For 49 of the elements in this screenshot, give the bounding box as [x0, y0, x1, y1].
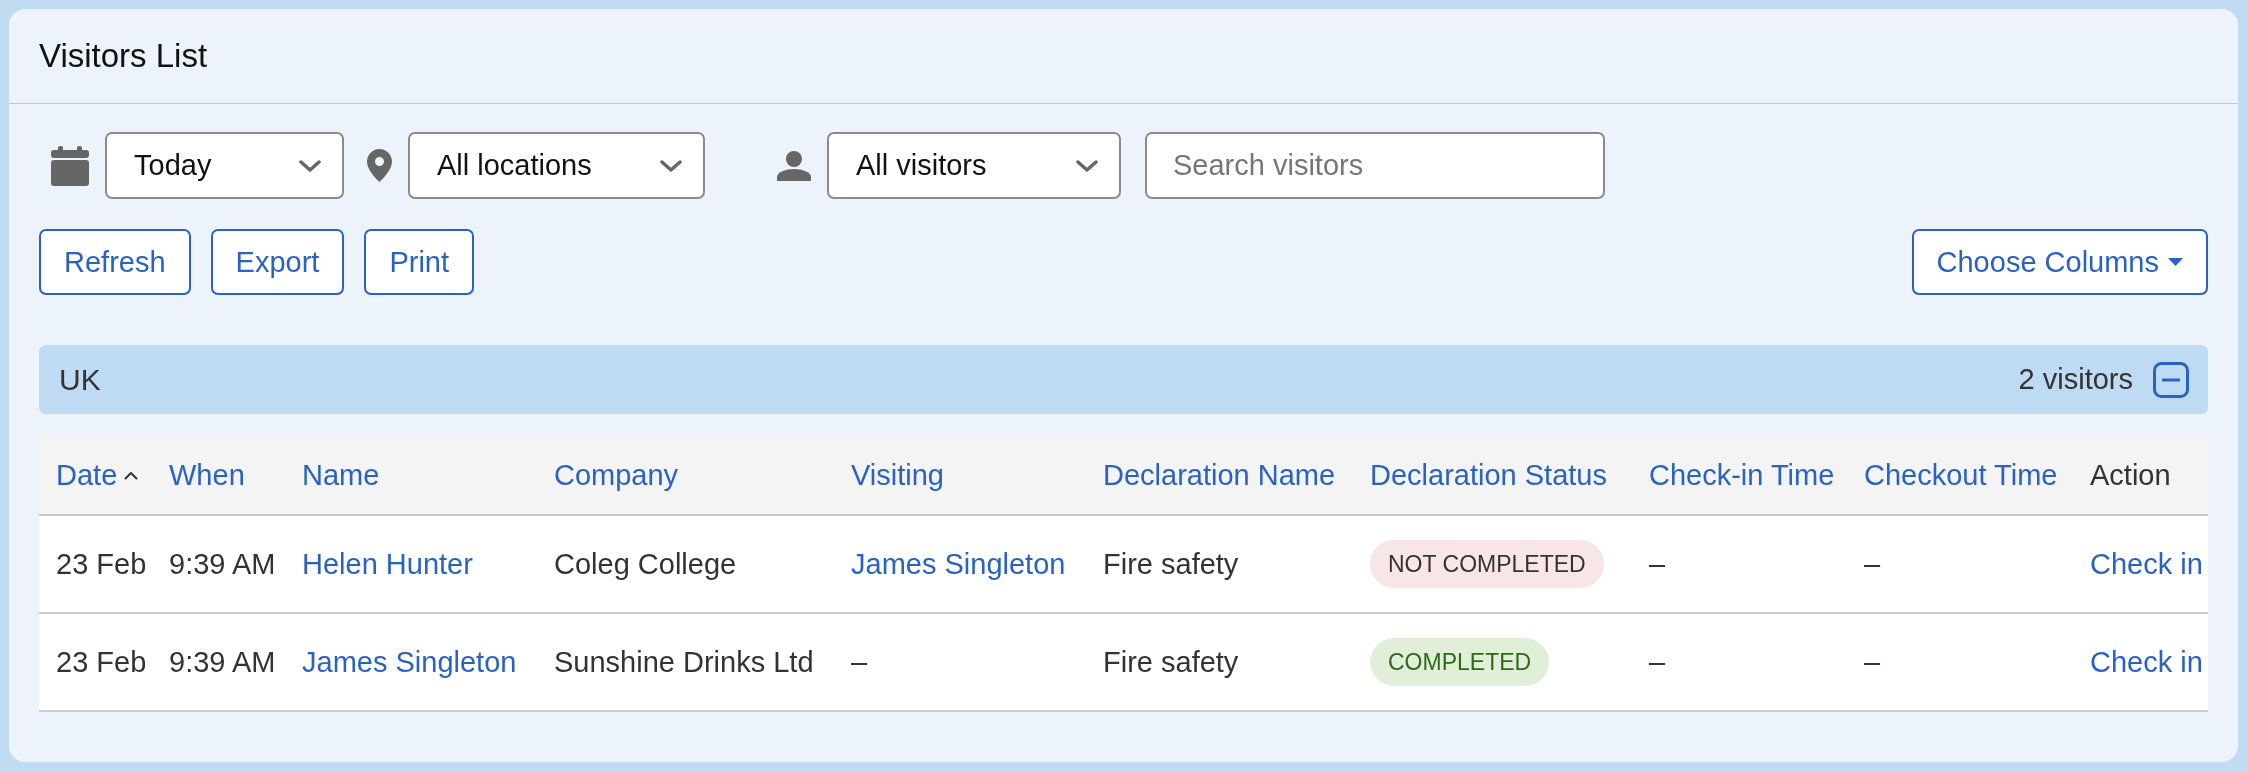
- table-cell: 9:39 AM: [169, 547, 276, 581]
- minus-square-icon[interactable]: [2153, 361, 2189, 398]
- column-header[interactable]: Checkout Time: [1864, 458, 2058, 492]
- table-cell: Fire safety: [1103, 547, 1239, 581]
- column-header[interactable]: Check-in Time: [1649, 458, 1835, 492]
- status-badge: COMPLETED: [1370, 638, 1550, 686]
- table-cell: 23 Feb: [56, 547, 147, 581]
- location-filter-dropdown[interactable]: All locations: [408, 132, 705, 199]
- visitor-name-link[interactable]: Helen Hunter: [302, 547, 473, 581]
- column-header[interactable]: When: [169, 458, 245, 492]
- column-header: Action: [2090, 458, 2171, 492]
- column-header[interactable]: Date: [56, 458, 139, 492]
- toolbar-button[interactable]: Export: [210, 229, 345, 295]
- status-badge: NOT COMPLETED: [1370, 540, 1604, 588]
- table-cell: 9:39 AM: [169, 645, 276, 679]
- window-title: Visitors List: [39, 37, 208, 75]
- group-name: UK: [59, 362, 101, 397]
- table-cell: –: [1864, 547, 1881, 581]
- table-cell: –: [851, 645, 868, 679]
- table-cell: Sunshine Drinks Ltd: [554, 645, 814, 679]
- visitor-name-link[interactable]: James Singleton: [302, 645, 517, 679]
- table-cell: Coleg College: [554, 547, 737, 581]
- visitor-count: 2 visitors: [2018, 363, 2133, 396]
- host-name-link[interactable]: James Singleton: [851, 547, 1066, 581]
- toolbar-button[interactable]: Refresh: [39, 229, 191, 295]
- column-header[interactable]: Declaration Status: [1370, 458, 1607, 492]
- visitor-filter-dropdown[interactable]: All visitors: [827, 132, 1121, 199]
- chevron-down-icon: [1076, 159, 1098, 172]
- table-cell: –: [1649, 645, 1666, 679]
- column-header[interactable]: Declaration Name: [1103, 458, 1336, 492]
- column-header[interactable]: Visiting: [851, 458, 944, 492]
- chevron-down-icon: [299, 159, 321, 172]
- table-cell: 23 Feb: [56, 645, 147, 679]
- column-header[interactable]: Company: [554, 458, 679, 492]
- caret-down-icon: [2168, 258, 2183, 266]
- calendar-icon: [51, 145, 89, 186]
- check-in-link[interactable]: Check in: [2090, 547, 2203, 581]
- person-icon: [777, 150, 811, 181]
- toolbar-button[interactable]: Print: [364, 229, 474, 295]
- choose-columns-button[interactable]: Choose Columns: [1911, 229, 2208, 295]
- check-in-link[interactable]: Check in: [2090, 645, 2203, 679]
- column-header[interactable]: Name: [302, 458, 380, 492]
- date-filter-dropdown[interactable]: Today: [105, 132, 344, 199]
- table-cell: Fire safety: [1103, 645, 1239, 679]
- location-pin-icon: [367, 149, 392, 182]
- table-cell: –: [1864, 645, 1881, 679]
- chevron-down-icon: [660, 159, 682, 172]
- search-field[interactable]: Search visitors: [1145, 132, 1605, 199]
- table-cell: –: [1649, 547, 1666, 581]
